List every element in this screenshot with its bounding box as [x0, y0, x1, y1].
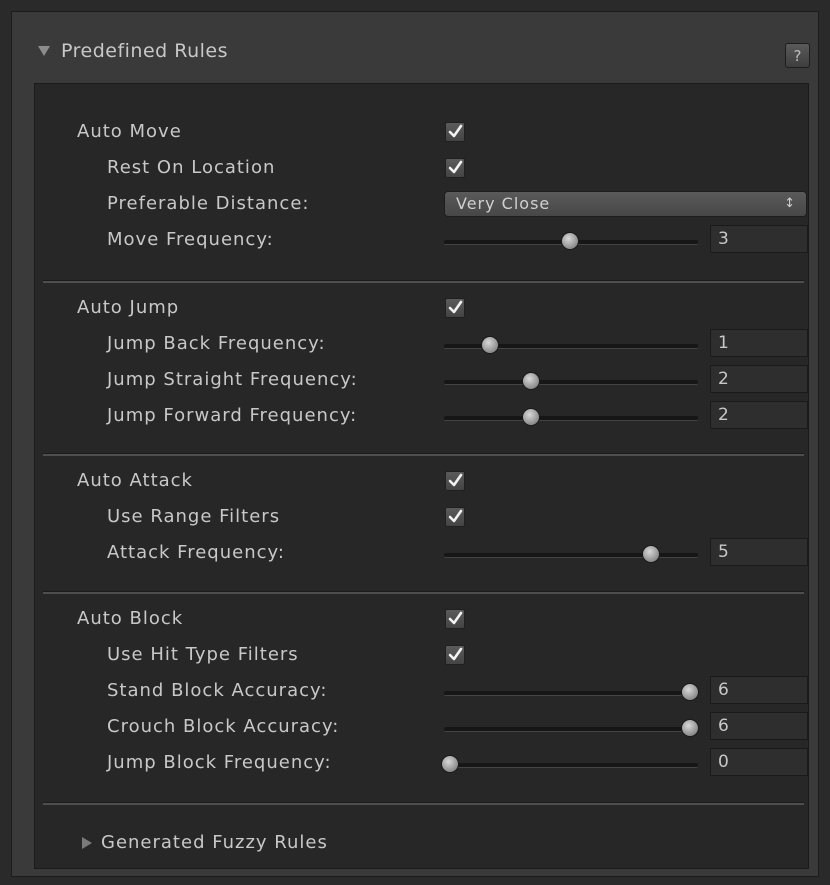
use-range-filters-checkbox[interactable]	[445, 507, 465, 527]
auto-jump-label: Auto Jump	[77, 297, 180, 318]
stand-block-slider-track[interactable]	[444, 691, 698, 696]
jump-block-slider-thumb[interactable]	[441, 755, 459, 773]
use-hit-type-filters-checkbox[interactable]	[445, 645, 465, 665]
checkmark-icon	[448, 611, 463, 625]
stand-block-field[interactable]: 6	[710, 676, 808, 704]
checkmark-icon	[448, 647, 463, 661]
checkmark-icon	[448, 124, 463, 138]
use-hit-type-filters-label: Use Hit Type Filters	[107, 644, 299, 665]
separator	[43, 591, 804, 594]
auto-block-label: Auto Block	[77, 608, 184, 629]
attack-frequency-label: Attack Frequency:	[107, 542, 285, 563]
separator	[43, 802, 804, 805]
auto-block-checkbox[interactable]	[445, 609, 465, 629]
dropdown-value: Very Close	[456, 194, 551, 213]
rest-on-location-label: Rest On Location	[107, 157, 276, 178]
checkmark-icon	[448, 300, 463, 314]
jump-forward-frequency-label: Jump Forward Frequency:	[107, 405, 358, 426]
updown-caret-icon: ↕	[784, 196, 796, 211]
auto-attack-label: Auto Attack	[77, 470, 193, 491]
jump-block-slider-track[interactable]	[444, 763, 698, 768]
auto-move-label: Auto Move	[77, 121, 182, 142]
attack-frequency-field[interactable]: 5	[710, 538, 808, 566]
use-range-filters-label: Use Range Filters	[107, 506, 281, 527]
jump-block-frequency-label: Jump Block Frequency:	[107, 752, 332, 773]
stand-block-slider-thumb[interactable]	[681, 683, 699, 701]
generated-fuzzy-rules-foldout[interactable]: Generated Fuzzy Rules	[101, 829, 328, 857]
move-frequency-slider-thumb[interactable]	[561, 232, 579, 250]
checkmark-icon	[448, 509, 463, 523]
checkmark-icon	[448, 473, 463, 487]
stand-block-accuracy-label: Stand Block Accuracy:	[107, 680, 328, 701]
jump-back-frequency-label: Jump Back Frequency:	[107, 333, 326, 354]
jump-forward-slider-track[interactable]	[444, 416, 698, 421]
panel-title: Predefined Rules	[61, 40, 229, 62]
predefined-rules-panel: Predefined Rules ? Auto Move Rest On Loc…	[11, 11, 819, 877]
checkmark-icon	[448, 160, 463, 174]
separator	[43, 453, 804, 456]
jump-back-field[interactable]: 1	[710, 329, 808, 357]
jump-straight-frequency-label: Jump Straight Frequency:	[107, 369, 358, 390]
attack-frequency-slider-thumb[interactable]	[642, 545, 660, 563]
jump-forward-slider-thumb[interactable]	[522, 408, 540, 426]
rest-on-location-checkbox[interactable]	[445, 158, 465, 178]
jump-back-slider-thumb[interactable]	[481, 336, 499, 354]
rules-container: Auto Move Rest On Location Preferable Di…	[34, 83, 809, 869]
auto-attack-checkbox[interactable]	[445, 471, 465, 491]
triangle-right-icon[interactable]	[82, 837, 92, 849]
jump-straight-slider-track[interactable]	[444, 380, 698, 385]
panel-header[interactable]: Predefined Rules ?	[12, 12, 818, 80]
jump-straight-slider-thumb[interactable]	[522, 372, 540, 390]
move-frequency-field[interactable]: 3	[710, 225, 808, 253]
crouch-block-slider-thumb[interactable]	[681, 719, 699, 737]
crouch-block-field[interactable]: 6	[710, 712, 808, 740]
crouch-block-slider-track[interactable]	[444, 727, 698, 732]
auto-jump-checkbox[interactable]	[445, 298, 465, 318]
preferable-distance-dropdown[interactable]: Very Close ↕	[444, 191, 807, 217]
auto-move-checkbox[interactable]	[445, 122, 465, 142]
jump-forward-field[interactable]: 2	[710, 401, 808, 429]
crouch-block-accuracy-label: Crouch Block Accuracy:	[107, 716, 340, 737]
jump-straight-field[interactable]: 2	[710, 365, 808, 393]
preferable-distance-label: Preferable Distance:	[107, 193, 310, 214]
triangle-down-icon[interactable]	[38, 46, 50, 56]
move-frequency-label: Move Frequency:	[107, 229, 274, 250]
jump-block-field[interactable]: 0	[710, 748, 808, 776]
help-button[interactable]: ?	[785, 43, 810, 68]
separator	[43, 280, 804, 283]
